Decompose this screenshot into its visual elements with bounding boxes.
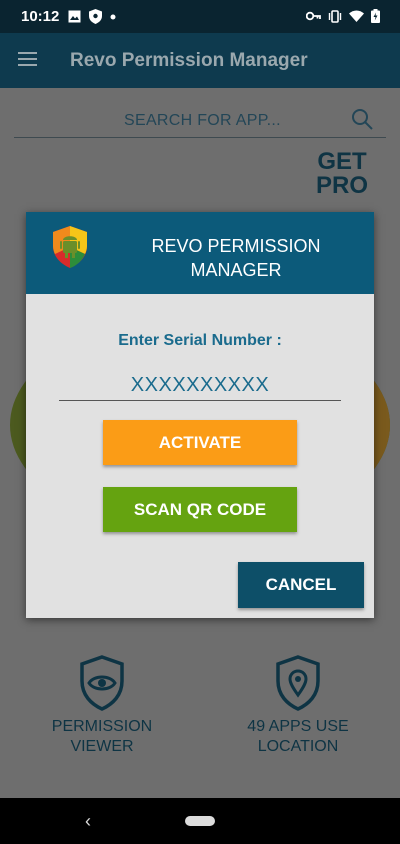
serial-number-input[interactable]	[59, 370, 341, 401]
feature-permission-line2: VIEWER	[70, 738, 134, 755]
location-apps-button[interactable]: 49 APPS USE LOCATION	[235, 655, 361, 757]
get-pro-line1: GET	[317, 148, 367, 175]
dialog-header: REVO PERMISSION MANAGER	[26, 212, 374, 294]
get-pro-button[interactable]: GET PRO	[316, 150, 368, 198]
dialog-title-line2: MANAGER	[190, 260, 282, 280]
battery-icon	[371, 9, 380, 23]
cancel-button[interactable]: CANCEL	[238, 562, 364, 608]
search-icon[interactable]	[350, 107, 374, 131]
status-right-icons	[306, 9, 380, 23]
feature-location-line1: 49 APPS USE	[247, 718, 349, 735]
image-icon	[68, 10, 81, 23]
permission-viewer-button[interactable]: PERMISSION VIEWER	[40, 655, 164, 757]
app-bar: Revo Permission Manager	[0, 33, 400, 88]
navigation-bar: ‹	[0, 798, 400, 844]
dot-icon	[110, 14, 116, 19]
status-time: 10:12	[21, 8, 60, 25]
location-shield-icon	[276, 655, 320, 711]
eye-shield-icon	[80, 655, 124, 711]
revo-logo-icon	[53, 226, 87, 268]
status-left-icons	[68, 9, 116, 24]
hamburger-icon[interactable]	[18, 52, 37, 66]
scan-qr-code-button[interactable]: SCAN QR CODE	[103, 487, 297, 532]
status-bar: 10:12	[0, 0, 400, 33]
dialog-title: REVO PERMISSION MANAGER	[126, 234, 346, 282]
activation-dialog: REVO PERMISSION MANAGER Enter Serial Num…	[26, 212, 374, 618]
search-placeholder[interactable]: SEARCH FOR APP...	[124, 112, 281, 130]
vibrate-icon	[328, 9, 342, 23]
feature-location-line2: LOCATION	[257, 738, 339, 755]
feature-permission-line1: PERMISSION	[51, 718, 153, 735]
key-icon	[306, 11, 321, 21]
dialog-title-line1: REVO PERMISSION	[151, 236, 321, 256]
wifi-icon	[349, 10, 364, 22]
serial-number-label: Enter Serial Number :	[118, 332, 282, 349]
search-bar[interactable]: SEARCH FOR APP...	[14, 103, 386, 138]
app-title: Revo Permission Manager	[70, 50, 308, 71]
shield-icon	[89, 9, 102, 24]
back-icon[interactable]: ‹	[85, 811, 91, 832]
get-pro-line2: PRO	[315, 172, 368, 199]
home-pill-icon[interactable]	[185, 816, 215, 826]
activate-button[interactable]: ACTIVATE	[103, 420, 297, 465]
